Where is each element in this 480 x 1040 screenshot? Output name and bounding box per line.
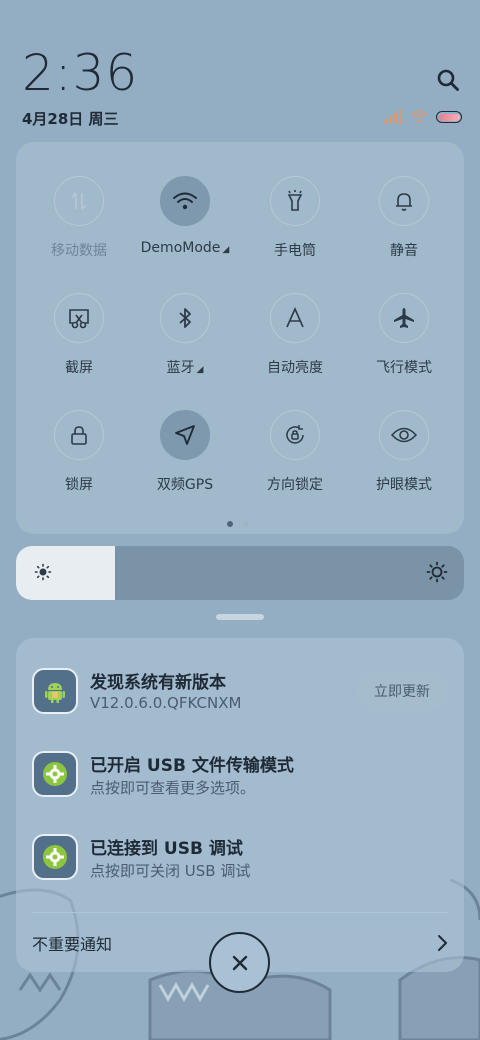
notification-usb-debugging[interactable]: 已连接到 USB 调试 点按即可关闭 USB 调试 — [32, 834, 452, 894]
signal-icon — [384, 110, 402, 124]
chevron-right-icon — [438, 935, 447, 951]
tile-airplane-mode[interactable]: 飞行模式 — [349, 293, 459, 393]
lock-icon — [54, 410, 104, 460]
page-dot — [243, 521, 249, 527]
notification-subtitle: 点按即可查看更多选项。 — [90, 779, 256, 797]
flashlight-icon — [270, 176, 320, 226]
tile-auto-brightness[interactable]: 自动亮度 — [240, 293, 350, 393]
tile-label: 截屏 — [65, 360, 93, 376]
tile-bluetooth[interactable]: 蓝牙 ◢ — [130, 293, 240, 393]
bluetooth-icon — [160, 293, 210, 343]
tile-dual-gps[interactable]: 双频GPS — [130, 410, 240, 510]
clear-all-button[interactable] — [209, 932, 270, 993]
battery-icon — [436, 111, 462, 123]
notification-subtitle: 点按即可关闭 USB 调试 — [90, 862, 251, 880]
quick-settings-panel: 移动数据 DemoMode ◢ 手电筒 静音 截屏 蓝牙 ◢ 自动亮度 飞行模式… — [16, 142, 464, 534]
notification-subtitle: V12.0.6.0.QFKCNXM — [90, 694, 242, 712]
tile-label: 方向锁定 — [267, 477, 323, 493]
page-dot-active — [227, 521, 233, 527]
tile-silent[interactable]: 静音 — [349, 176, 459, 276]
tile-label: 护眼模式 — [376, 477, 432, 493]
tile-label: 双频GPS — [156, 477, 214, 493]
close-icon — [232, 955, 247, 970]
eye-icon — [379, 410, 429, 460]
location-icon — [160, 410, 210, 460]
airplane-icon — [379, 293, 429, 343]
notification-title: 已开启 USB 文件传输模式 — [90, 756, 294, 776]
settings-gear-icon — [32, 751, 78, 797]
auto-brightness-icon — [270, 293, 320, 343]
tile-label: DemoMode ◢ — [140, 240, 230, 256]
tile-screenshot[interactable]: 截屏 — [24, 293, 134, 393]
tile-eye-care[interactable]: 护眼模式 — [349, 410, 459, 510]
brightness-high-icon — [426, 561, 448, 583]
divider — [32, 912, 448, 913]
tile-label: 手电筒 — [274, 243, 316, 259]
tile-label: 蓝牙 ◢ — [166, 360, 204, 376]
tile-rotation-lock[interactable]: 方向锁定 — [240, 410, 350, 510]
notification-title: 发现系统有新版本 — [90, 673, 226, 693]
android-icon — [32, 668, 78, 714]
search-icon — [437, 69, 459, 91]
update-now-button[interactable]: 立即更新 — [356, 672, 448, 710]
brightness-slider[interactable] — [16, 546, 464, 600]
tile-label: 移动数据 — [51, 243, 107, 259]
clock-time: 2:36 — [22, 44, 139, 102]
notification-panel: 发现系统有新版本 V12.0.6.0.QFKCNXM 立即更新 已开启 USB … — [16, 638, 464, 972]
page-indicator — [227, 521, 249, 527]
tile-flashlight[interactable]: 手电筒 — [240, 176, 350, 276]
tile-label: 静音 — [390, 243, 418, 259]
tile-lock-screen[interactable]: 锁屏 — [24, 410, 134, 510]
brightness-level-fill — [16, 546, 115, 600]
notification-usb-transfer[interactable]: 已开启 USB 文件传输模式 点按即可查看更多选项。 — [32, 751, 452, 811]
brightness-low-icon — [34, 563, 52, 581]
wifi-icon — [160, 176, 210, 226]
date-label: 4月28日 周三 — [22, 110, 119, 128]
search-button[interactable] — [432, 64, 464, 96]
screenshot-icon — [54, 293, 104, 343]
notification-title: 已连接到 USB 调试 — [90, 839, 243, 859]
tile-mobile-data[interactable]: 移动数据 — [24, 176, 134, 276]
drag-handle[interactable] — [216, 614, 264, 620]
tile-label: 锁屏 — [65, 477, 93, 493]
rotation-lock-icon — [270, 410, 320, 460]
tile-wifi[interactable]: DemoMode ◢ — [130, 176, 240, 276]
bell-icon — [379, 176, 429, 226]
wifi-icon — [410, 110, 428, 124]
settings-gear-icon — [32, 834, 78, 880]
unimportant-notifications-label: 不重要通知 — [32, 935, 113, 954]
tile-label: 自动亮度 — [267, 360, 323, 376]
tile-label: 飞行模式 — [376, 360, 432, 376]
status-bar-icons — [384, 108, 464, 126]
mobile-data-icon — [54, 176, 104, 226]
